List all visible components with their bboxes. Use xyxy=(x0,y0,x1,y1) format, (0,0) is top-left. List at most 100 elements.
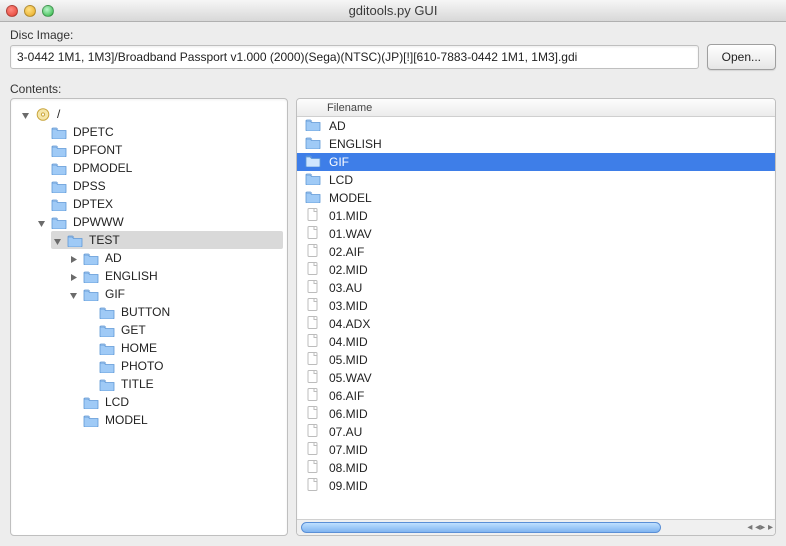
tree-item-label: HOME xyxy=(119,341,157,355)
file-icon xyxy=(305,388,321,404)
tree-item-label: DPSS xyxy=(71,179,106,193)
tree-item-label: ENGLISH xyxy=(103,269,158,283)
tree-item[interactable]: DPMODEL xyxy=(35,159,283,177)
scrollbar-thumb[interactable] xyxy=(301,522,661,533)
traffic-lights xyxy=(6,5,54,17)
list-item-label: 02.AIF xyxy=(327,245,364,259)
tree-item-label: DPTEX xyxy=(71,197,113,211)
tree-item-label: DPWWW xyxy=(71,215,124,229)
list-item[interactable]: AD xyxy=(297,117,775,135)
list-item-label: 06.AIF xyxy=(327,389,364,403)
list-item-label: AD xyxy=(327,119,346,133)
list-item-label: 05.MID xyxy=(327,353,368,367)
chevron-down-icon[interactable] xyxy=(21,109,31,119)
tree-item-label: DPETC xyxy=(71,125,114,139)
tree-item[interactable]: TITLE xyxy=(83,375,283,393)
tree-root-label: / xyxy=(55,107,60,121)
file-icon xyxy=(305,316,321,332)
list-item-label: 01.WAV xyxy=(327,227,372,241)
list-item[interactable]: 06.AIF xyxy=(297,387,775,405)
tree-item-label: DPMODEL xyxy=(71,161,132,175)
list-item-label: 04.ADX xyxy=(327,317,370,331)
minimize-icon[interactable] xyxy=(24,5,36,17)
folder-icon xyxy=(305,190,321,206)
folder-icon xyxy=(305,136,321,152)
list-item[interactable]: 02.AIF xyxy=(297,243,775,261)
tree-item[interactable]: DPSS xyxy=(35,177,283,195)
list-item[interactable]: 05.MID xyxy=(297,351,775,369)
tree-root[interactable]: / xyxy=(19,105,283,123)
list-item[interactable]: 03.AU xyxy=(297,279,775,297)
scrollbar-arrows[interactable]: ◂ ◂▸ ▸ xyxy=(747,520,773,535)
file-list[interactable]: AD ENGLISHGIFLCDMODEL 01.MID 01.WAV 02.AIF 02… xyxy=(297,117,775,519)
chevron-down-icon[interactable] xyxy=(53,235,63,245)
list-item[interactable]: 05.WAV xyxy=(297,369,775,387)
list-item[interactable]: 01.MID xyxy=(297,207,775,225)
file-icon xyxy=(305,406,321,422)
file-icon xyxy=(305,460,321,476)
list-item-label: 08.MID xyxy=(327,461,368,475)
tree-pane: / DPETC DPFONT DPMODEL DPSS DPTEX DPWWW TEST AD E… xyxy=(10,98,288,536)
chevron-down-icon[interactable] xyxy=(37,217,47,227)
horizontal-scrollbar[interactable]: ◂ ◂▸ ▸ xyxy=(297,519,775,535)
list-item[interactable]: ENGLISH xyxy=(297,135,775,153)
tree-item[interactable]: AD xyxy=(67,249,283,267)
window-titlebar: gditools.py GUI xyxy=(0,0,786,22)
tree-item[interactable]: ENGLISH xyxy=(67,267,283,285)
open-button[interactable]: Open... xyxy=(707,44,776,70)
chevron-right-icon[interactable] xyxy=(69,253,79,263)
list-item-label: 03.MID xyxy=(327,299,368,313)
list-item[interactable]: 03.MID xyxy=(297,297,775,315)
disc-image-path-input[interactable] xyxy=(10,45,699,69)
disc-image-label: Disc Image: xyxy=(0,22,786,44)
list-item[interactable]: 04.ADX xyxy=(297,315,775,333)
chevron-right-icon[interactable] xyxy=(69,271,79,281)
list-item[interactable]: MODEL xyxy=(297,189,775,207)
folder-tree[interactable]: / DPETC DPFONT DPMODEL DPSS DPTEX DPWWW TEST AD E… xyxy=(11,99,287,535)
list-item[interactable]: 06.MID xyxy=(297,405,775,423)
tree-item[interactable]: TEST xyxy=(51,231,283,249)
tree-item[interactable]: LCD xyxy=(67,393,283,411)
file-icon xyxy=(305,298,321,314)
tree-item[interactable]: MODEL xyxy=(67,411,283,429)
file-icon xyxy=(305,226,321,242)
list-item[interactable]: 02.MID xyxy=(297,261,775,279)
tree-item[interactable]: DPETC xyxy=(35,123,283,141)
folder-icon xyxy=(305,172,321,188)
file-icon xyxy=(305,424,321,440)
tree-item[interactable]: DPWWW xyxy=(35,213,283,231)
tree-item[interactable]: DPTEX xyxy=(35,195,283,213)
tree-item-label: GET xyxy=(119,323,146,337)
tree-item[interactable]: GIF xyxy=(67,285,283,303)
list-item[interactable]: 08.MID xyxy=(297,459,775,477)
tree-item[interactable]: GET xyxy=(83,321,283,339)
list-item-label: 01.MID xyxy=(327,209,368,223)
chevron-down-icon[interactable] xyxy=(69,289,79,299)
list-item-label: 02.MID xyxy=(327,263,368,277)
list-item[interactable]: GIF xyxy=(297,153,775,171)
window-title: gditools.py GUI xyxy=(0,3,786,18)
file-icon xyxy=(305,262,321,278)
list-item[interactable]: 09.MID xyxy=(297,477,775,495)
file-icon xyxy=(305,244,321,260)
zoom-icon[interactable] xyxy=(42,5,54,17)
filename-column-header[interactable]: Filename xyxy=(297,99,775,117)
tree-item[interactable]: DPFONT xyxy=(35,141,283,159)
tree-item[interactable]: HOME xyxy=(83,339,283,357)
folder-icon xyxy=(305,154,321,170)
list-item[interactable]: 01.WAV xyxy=(297,225,775,243)
file-list-pane: Filename AD ENGLISHGIFLCDMODEL 01.MID 01.WA… xyxy=(296,98,776,536)
list-item[interactable]: 07.AU xyxy=(297,423,775,441)
tree-item[interactable]: PHOTO xyxy=(83,357,283,375)
tree-item[interactable]: BUTTON xyxy=(83,303,283,321)
file-icon xyxy=(305,370,321,386)
list-item[interactable]: LCD xyxy=(297,171,775,189)
list-item[interactable]: 07.MID xyxy=(297,441,775,459)
list-item-label: 07.MID xyxy=(327,443,368,457)
file-icon xyxy=(305,334,321,350)
close-icon[interactable] xyxy=(6,5,18,17)
list-item-label: 05.WAV xyxy=(327,371,372,385)
tree-item-label: AD xyxy=(103,251,122,265)
list-item[interactable]: 04.MID xyxy=(297,333,775,351)
list-item-label: 07.AU xyxy=(327,425,362,439)
